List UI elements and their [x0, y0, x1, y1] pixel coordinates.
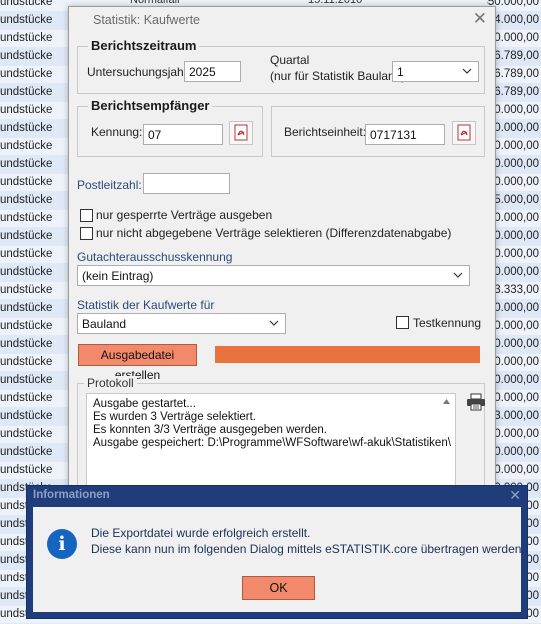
background-cell-type: undstücke [0, 158, 53, 170]
gesperrte-vertraege-checkbox[interactable] [80, 209, 93, 222]
background-cell-type: undstücke [0, 410, 53, 422]
background-cell-type: undstücke [0, 338, 53, 350]
background-cell-type: undstücke [0, 356, 53, 368]
background-cell-type: undstücke [0, 194, 53, 206]
printer-icon[interactable] [466, 393, 486, 411]
nicht-abgegebene-label: nur nicht abgegebene Verträge selektiere… [96, 226, 452, 240]
chevron-down-icon [462, 68, 472, 74]
statistik-label: Statistik der Kaufwerte für [77, 298, 215, 312]
pdf-icon [457, 124, 471, 141]
kennung-pdf-button[interactable] [229, 121, 253, 145]
nicht-abgegebene-checkbox[interactable] [80, 227, 93, 240]
gutachter-value: (kein Eintrag) [82, 269, 154, 283]
pdf-icon [234, 124, 248, 141]
info-body: i Die Exportdatei wurde erfolgreich erst… [33, 507, 525, 612]
background-cell-type: undstücke [0, 446, 53, 458]
background-cell-type: undstücke [0, 86, 53, 98]
berichtseinheit-input[interactable]: 0717131 [365, 124, 445, 145]
dialog-titlebar: Statistik: Kaufwerte ✕ [69, 7, 495, 33]
background-cell-type: undstücke [0, 392, 53, 404]
protokoll-line: Ausgabe gespeichert: D:\Programme\WFSoft… [93, 437, 451, 449]
info-message-line1: Die Exportdatei wurde erfolgreich erstel… [91, 526, 311, 540]
protokoll-line: Es konnten 3/3 Verträge ausgegeben werde… [93, 424, 328, 436]
background-cell-type: undstücke [0, 32, 53, 44]
background-cell-type: undstücke [0, 374, 53, 386]
background-cell-type: undstücke [0, 68, 53, 80]
postleitzahl-label: Postleitzahl: [77, 178, 142, 192]
berichtsempfaenger-legend: Berichtsempfänger [88, 98, 213, 113]
protokoll-line: Ausgabe gestartet... [93, 398, 196, 410]
information-dialog: Informationen ✕ i Die Exportdatei wurde … [26, 485, 528, 619]
background-cell-type: undstücke [0, 428, 53, 440]
berichtszeitraum-legend: Berichtszeitraum [88, 38, 200, 53]
testkennung-label: Testkennung [413, 316, 482, 330]
gutachter-select[interactable]: (kein Eintrag) [77, 265, 470, 286]
background-cell-type: undstücke [0, 230, 53, 242]
statistik-value: Bauland [82, 317, 127, 331]
close-icon[interactable]: ✕ [509, 487, 521, 504]
protokoll-legend: Protokoll [84, 376, 137, 390]
export-progress-bar [215, 346, 480, 363]
untersuchungsjahr-label: Untersuchungsjahr: [87, 65, 192, 79]
berichtseinheit-group: Berichtseinheit: 0717131 [271, 106, 485, 157]
quartal-select[interactable]: 1 [392, 61, 479, 82]
statistik-kaufwerte-dialog: Statistik: Kaufwerte ✕ Berichtszeitraum … [68, 6, 496, 498]
berichtseinheit-label: Berichtseinheit: [284, 125, 367, 139]
quartal-note: (nur für Statistik Bauland) [270, 69, 406, 83]
scroll-up-icon[interactable] [442, 398, 451, 405]
info-title: Informationen [33, 489, 110, 501]
protokoll-group: Protokoll Ausgabe gestartet... Es wurden… [77, 376, 486, 498]
info-icon: i [47, 529, 77, 559]
background-cell-type: undstücke [0, 302, 53, 314]
close-icon[interactable]: ✕ [473, 10, 487, 28]
quartal-value: 1 [397, 65, 404, 79]
ok-button[interactable]: OK [242, 576, 315, 600]
postleitzahl-input[interactable] [143, 173, 230, 194]
chevron-down-icon [453, 272, 463, 278]
quartal-label: Quartal [270, 53, 310, 67]
kennung-input[interactable]: 07 [143, 124, 223, 145]
berichtseinheit-pdf-button[interactable] [452, 121, 476, 145]
kennung-label: Kennung: [91, 125, 143, 139]
ausgabedatei-erstellen-button[interactable]: Ausgabedatei erstellen [78, 344, 197, 382]
statistik-select[interactable]: Bauland [77, 313, 286, 334]
background-cell-type: undstücke [0, 50, 53, 62]
background-cell-type: undstücke [0, 248, 53, 260]
info-message-line2: Diese kann nun im folgenden Dialog mitte… [91, 542, 525, 556]
background-cell-type: undstücke [0, 140, 53, 152]
gesperrte-vertraege-label: nur gesperrte Verträge ausgeben [96, 208, 273, 222]
protokoll-line: Es wurden 3 Verträge selektiert. [93, 411, 256, 423]
background-cell-type: undstücke [0, 0, 53, 8]
protokoll-textarea[interactable]: Ausgabe gestartet... Es wurden 3 Verträg… [86, 393, 456, 498]
testkennung-checkbox[interactable] [396, 316, 409, 329]
background-cell-type: undstücke [0, 122, 53, 134]
background-cell-type: undstücke [0, 14, 53, 26]
background-cell-type: undstücke [0, 284, 53, 296]
berichtsempfaenger-group: Berichtsempfänger Kennung: 07 [77, 98, 263, 157]
background-cell-type: undstücke [0, 266, 53, 278]
background-cell-type: undstücke [0, 104, 53, 116]
background-cell-type: undstücke [0, 320, 53, 332]
background-cell-type: undstücke [0, 176, 53, 188]
gutachter-label: Gutachterausschusskennung [77, 250, 233, 264]
berichtszeitraum-group: Berichtszeitraum Untersuchungsjahr: 2025… [77, 38, 485, 94]
untersuchungsjahr-input[interactable]: 2025 [184, 61, 241, 82]
chevron-down-icon [269, 320, 279, 326]
dialog-title: Statistik: Kaufwerte [93, 13, 200, 27]
background-cell-type: undstücke [0, 212, 53, 224]
background-cell-type: undstücke [0, 464, 53, 476]
